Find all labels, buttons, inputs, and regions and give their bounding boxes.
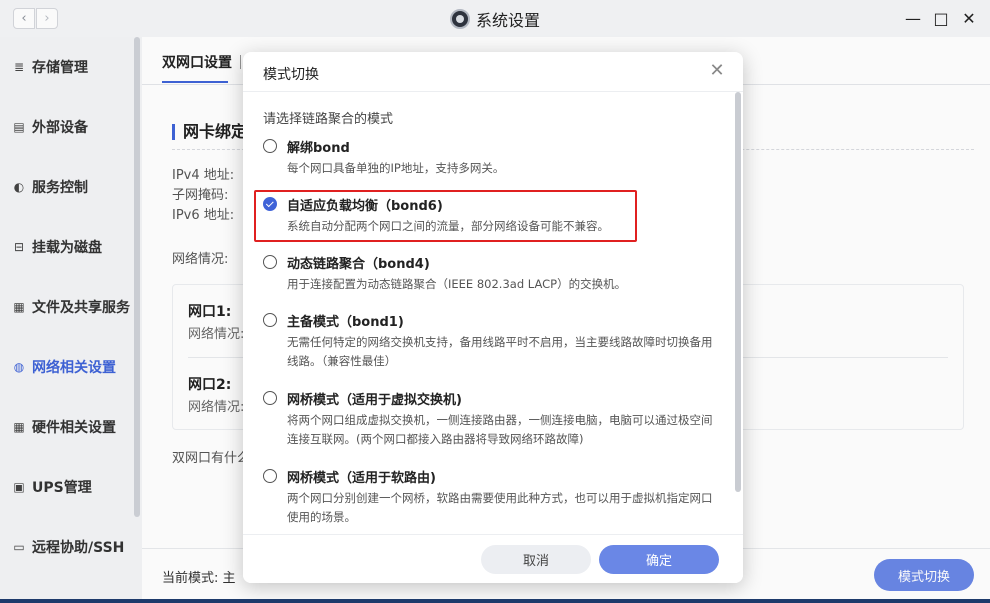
- option-title: 解绑bond: [287, 141, 350, 156]
- option-description: 用于连接配置为动态链路聚合（IEEE 802.3ad LACP）的交换机。: [287, 277, 627, 291]
- dialog-header-divider: [243, 91, 743, 92]
- option-title: 主备模式（bond1): [287, 315, 404, 330]
- option-title: 网桥模式（适用于软路由): [287, 471, 436, 486]
- dialog-prompt: 请选择链路聚合的模式: [263, 112, 394, 127]
- dialog-close-button[interactable]: ✕: [707, 59, 727, 81]
- option-description: 系统自动分配两个网口之间的流量，部分网络设备可能不兼容。: [287, 219, 609, 233]
- cancel-button[interactable]: 取消: [481, 545, 591, 574]
- taskbar-edge: [0, 599, 990, 603]
- mode-switch-dialog: 模式切换 ✕ 请选择链路聚合的模式 解绑bond 每个网口具备单独的IP地址，支…: [243, 52, 743, 583]
- radio-button[interactable]: [263, 313, 277, 327]
- option-description: 无需任何特定的网络交换机支持，备用线路平时不启用，当主要线路故障时切换备用线路。…: [287, 335, 713, 368]
- option-title: 自适应负载均衡（bond6): [287, 199, 443, 214]
- radio-button[interactable]: [263, 139, 277, 153]
- dialog-footer: 取消 确定: [243, 535, 743, 583]
- radio-button[interactable]: [263, 469, 277, 483]
- option-title: 动态链路聚合（bond4): [287, 257, 430, 272]
- dialog-scrollbar[interactable]: [735, 92, 741, 492]
- radio-button[interactable]: [263, 391, 277, 405]
- confirm-button[interactable]: 确定: [599, 545, 719, 574]
- option-description: 将两个网口组成虚拟交换机，一侧连接路由器，一侧连接电脑，电脑可以通过极空间连接互…: [287, 413, 713, 446]
- dialog-title: 模式切换: [263, 67, 319, 83]
- radio-button[interactable]: [263, 255, 277, 269]
- option-title: 网桥模式（适用于虚拟交换机): [287, 393, 462, 408]
- close-icon: ✕: [709, 59, 725, 81]
- option-description: 两个网口分别创建一个网桥，软路由需要使用此种方式，也可以用于虚拟机指定网口使用的…: [287, 491, 713, 524]
- radio-button-checked[interactable]: [263, 197, 277, 211]
- option-description: 每个网口具备单独的IP地址，支持多网关。: [287, 161, 505, 175]
